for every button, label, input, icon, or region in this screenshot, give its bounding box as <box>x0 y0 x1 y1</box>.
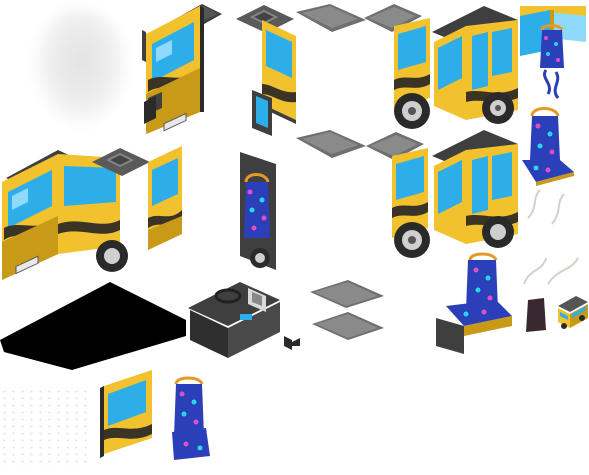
bus-seat-sprite-2 <box>238 152 282 272</box>
driver-console-sprite <box>188 278 292 362</box>
bus-door-sprite <box>248 90 278 140</box>
bus-seat-sprite-5 <box>166 376 216 460</box>
bus-side-window-sprite-2 <box>148 146 188 256</box>
bus-rear-cab-sprite-1 <box>432 2 524 130</box>
bus-mini-icon-sprite <box>524 292 589 336</box>
bus-side-window-sprite-3 <box>392 148 436 260</box>
bus-rear-cab-sprite-2 <box>432 126 524 254</box>
smoke-particles-sprite <box>0 388 92 468</box>
floor-tile-sprite <box>292 278 388 346</box>
bus-seat-sprite-4 <box>436 252 516 354</box>
smoke-cloud-sprite <box>32 8 130 128</box>
bus-seat-sprite-3 <box>518 106 578 196</box>
roof-tile-sprite-3 <box>296 130 368 160</box>
bus-wheel-sprite-1 <box>392 90 432 132</box>
bus-seat-sprite-1 <box>536 24 576 104</box>
bus-corner-lower-sprite <box>100 368 160 460</box>
sprite-sheet <box>0 0 589 475</box>
roof-hatch-sprite-2 <box>92 148 152 178</box>
smoke-wisps-sprite <box>518 188 588 288</box>
roof-tile-sprite-1 <box>296 4 368 34</box>
bus-shadow-sprite <box>0 280 190 372</box>
